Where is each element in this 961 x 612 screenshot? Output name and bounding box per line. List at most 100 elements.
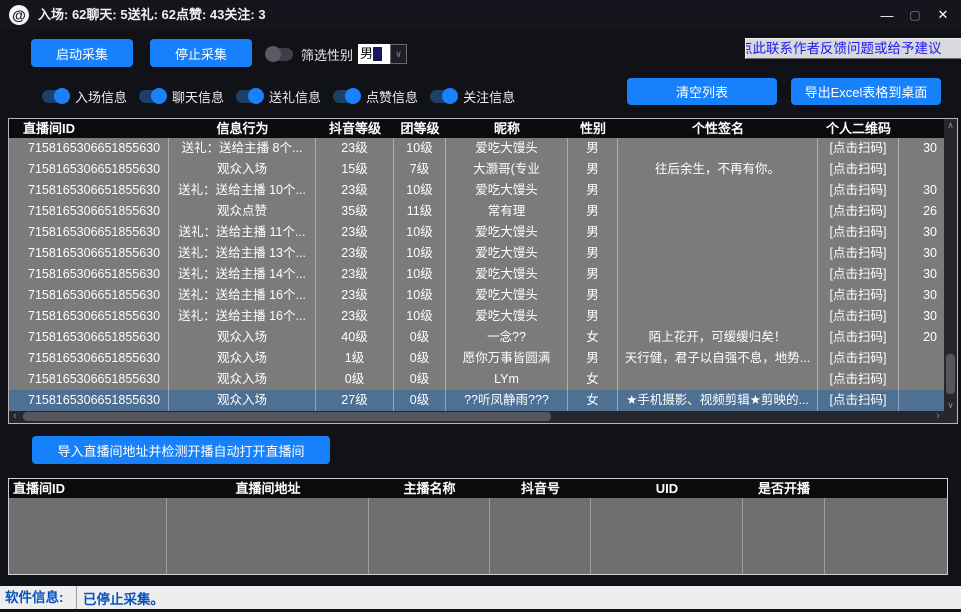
table-cell: 30 xyxy=(899,264,944,285)
qrcode-scan-link[interactable]: [点击扫码] xyxy=(818,348,899,369)
qrcode-scan-link[interactable]: [点击扫码] xyxy=(818,390,899,411)
qrcode-scan-link[interactable]: [点击扫码] xyxy=(818,369,899,390)
clear-list-button[interactable]: 清空列表 xyxy=(627,78,777,105)
column-header xyxy=(825,479,947,498)
qrcode-scan-link[interactable]: [点击扫码] xyxy=(818,222,899,243)
stop-collect-button[interactable]: 停止采集 xyxy=(150,39,252,67)
table-cell: 10级 xyxy=(394,180,446,201)
table-cell: 40级 xyxy=(316,327,394,348)
table-cell: 11级 xyxy=(394,201,446,222)
table-cell: 10级 xyxy=(394,138,446,159)
table-row[interactable]: 7158165306651855630送礼：送给主播 16个...23级10级爱… xyxy=(9,306,944,327)
scroll-down-icon[interactable]: ∨ xyxy=(944,399,957,411)
table-cell: LYm xyxy=(446,369,568,390)
filter-label: 点赞信息 xyxy=(366,87,418,106)
table-cell: 观众入场 xyxy=(169,327,316,348)
message-table: 直播间ID信息行为抖音等级团等级昵称性别个性签名个人二维码 7158165306… xyxy=(8,118,958,424)
empty-cell xyxy=(369,498,490,574)
table-cell: 7158165306651855630 xyxy=(9,222,169,243)
table-cell: 女 xyxy=(568,327,618,348)
status-bar: 软件信息: 已停止采集。 xyxy=(0,586,961,609)
table-cell: 7158165306651855630 xyxy=(9,327,169,348)
close-button[interactable]: ✕ xyxy=(929,0,957,30)
table-row[interactable]: 7158165306651855630观众点赞35级11级常有理男[点击扫码]2… xyxy=(9,201,944,222)
horizontal-scroll-thumb[interactable] xyxy=(23,412,551,421)
like-info-toggle[interactable] xyxy=(333,90,359,103)
gender-select[interactable]: 男 ∨ xyxy=(358,44,407,64)
qrcode-scan-link[interactable]: [点击扫码] xyxy=(818,285,899,306)
table-row[interactable]: 7158165306651855630观众入场15级7级大灏哥(专业男往后余生，… xyxy=(9,159,944,180)
empty-cell xyxy=(591,498,743,574)
scroll-right-icon[interactable]: › xyxy=(932,411,944,423)
entry-info-toggle[interactable] xyxy=(42,90,68,103)
table-cell: 23级 xyxy=(316,306,394,327)
qrcode-scan-link[interactable]: [点击扫码] xyxy=(818,264,899,285)
table-cell: 7158165306651855630 xyxy=(9,369,169,390)
table-cell: 23级 xyxy=(316,285,394,306)
follow-info-toggle[interactable] xyxy=(430,90,456,103)
table-row[interactable]: 7158165306651855630送礼：送给主播 14个...23级10级爱… xyxy=(9,264,944,285)
toggle-knob xyxy=(151,88,167,104)
table-row[interactable]: 7158165306651855630观众入场27级0级??听凤静雨???女★手… xyxy=(9,390,944,411)
horizontal-scrollbar[interactable]: ‹ › xyxy=(9,411,957,423)
table-cell: 天行健，君子以自强不息，地势... xyxy=(618,348,818,369)
qrcode-scan-link[interactable]: [点击扫码] xyxy=(818,327,899,348)
table-cell: 10级 xyxy=(394,306,446,327)
table-cell: 爱吃大馒头 xyxy=(446,264,568,285)
column-header: 主播名称 xyxy=(369,479,490,498)
qrcode-scan-link[interactable]: [点击扫码] xyxy=(818,138,899,159)
scroll-up-icon[interactable]: ∧ xyxy=(944,119,957,131)
table-cell: 23级 xyxy=(316,180,394,201)
table-cell: 送礼：送给主播 8个... xyxy=(169,138,316,159)
column-header: 是否开播 xyxy=(743,479,825,498)
table-row[interactable]: 7158165306651855630观众入场40级0级一念??女陌上花开，可缓… xyxy=(9,327,944,348)
empty-cell xyxy=(743,498,825,574)
gender-filter-toggle[interactable] xyxy=(267,48,293,61)
table-cell: 10级 xyxy=(394,222,446,243)
table-row[interactable]: 7158165306651855630送礼：送给主播 8个...23级10级爱吃… xyxy=(9,138,944,159)
message-table-body: 7158165306651855630送礼：送给主播 8个...23级10级爱吃… xyxy=(9,138,944,411)
table-row[interactable]: 7158165306651855630送礼：送给主播 10个...23级10级爱… xyxy=(9,180,944,201)
table-cell: 0级 xyxy=(394,369,446,390)
table-cell: ★手机摄影、视频剪辑★剪映的... xyxy=(618,390,818,411)
column-header: 直播间地址 xyxy=(167,479,369,498)
table-cell: 30 xyxy=(899,222,944,243)
table-cell: 男 xyxy=(568,264,618,285)
toggle-knob xyxy=(442,88,458,104)
table-cell: 观众入场 xyxy=(169,369,316,390)
vertical-scrollbar[interactable]: ∧ ∨ xyxy=(944,119,957,411)
chevron-down-icon[interactable]: ∨ xyxy=(390,44,407,64)
gift-info-toggle[interactable] xyxy=(236,90,262,103)
table-cell: 7158165306651855630 xyxy=(9,390,169,411)
table-row[interactable]: 7158165306651855630观众入场1级0级愿你万事皆圆满男天行健，君… xyxy=(9,348,944,369)
qrcode-scan-link[interactable]: [点击扫码] xyxy=(818,201,899,222)
table-cell xyxy=(618,243,818,264)
table-row[interactable]: 7158165306651855630送礼：送给主播 11个...23级10级爱… xyxy=(9,222,944,243)
chat-info-toggle[interactable] xyxy=(139,90,165,103)
vertical-scroll-thumb[interactable] xyxy=(946,354,955,394)
contact-author-link[interactable]: 点此联系作者反馈问题或给予建议 xyxy=(745,38,961,59)
import-room-button[interactable]: 导入直播间地址并检测开播自动打开直播间 xyxy=(32,436,330,464)
table-row[interactable]: 7158165306651855630送礼：送给主播 13个...23级10级爱… xyxy=(9,243,944,264)
qrcode-scan-link[interactable]: [点击扫码] xyxy=(818,159,899,180)
table-row[interactable]: 7158165306651855630观众入场0级0级LYm女[点击扫码] xyxy=(9,369,944,390)
start-collect-button[interactable]: 启动采集 xyxy=(31,39,133,67)
table-row[interactable]: 7158165306651855630送礼：送给主播 16个...23级10级爱… xyxy=(9,285,944,306)
qrcode-scan-link[interactable]: [点击扫码] xyxy=(818,306,899,327)
qrcode-scan-link[interactable]: [点击扫码] xyxy=(818,243,899,264)
table-cell: 10级 xyxy=(394,243,446,264)
filter-label: 入场信息 xyxy=(75,87,127,106)
table-cell: 23级 xyxy=(316,138,394,159)
export-excel-button[interactable]: 导出Excel表格到桌面 xyxy=(791,78,941,105)
table-cell: 30 xyxy=(899,285,944,306)
table-cell: 爱吃大馒头 xyxy=(446,243,568,264)
gender-select-value: 男 xyxy=(358,44,390,64)
column-header: 直播间ID xyxy=(9,119,169,138)
scroll-left-icon[interactable]: ‹ xyxy=(9,411,21,423)
maximize-button[interactable]: ▢ xyxy=(901,0,929,30)
table-cell: 0级 xyxy=(316,369,394,390)
minimize-button[interactable]: — xyxy=(873,0,901,30)
table-cell xyxy=(618,180,818,201)
table-cell: 送礼：送给主播 10个... xyxy=(169,180,316,201)
qrcode-scan-link[interactable]: [点击扫码] xyxy=(818,180,899,201)
